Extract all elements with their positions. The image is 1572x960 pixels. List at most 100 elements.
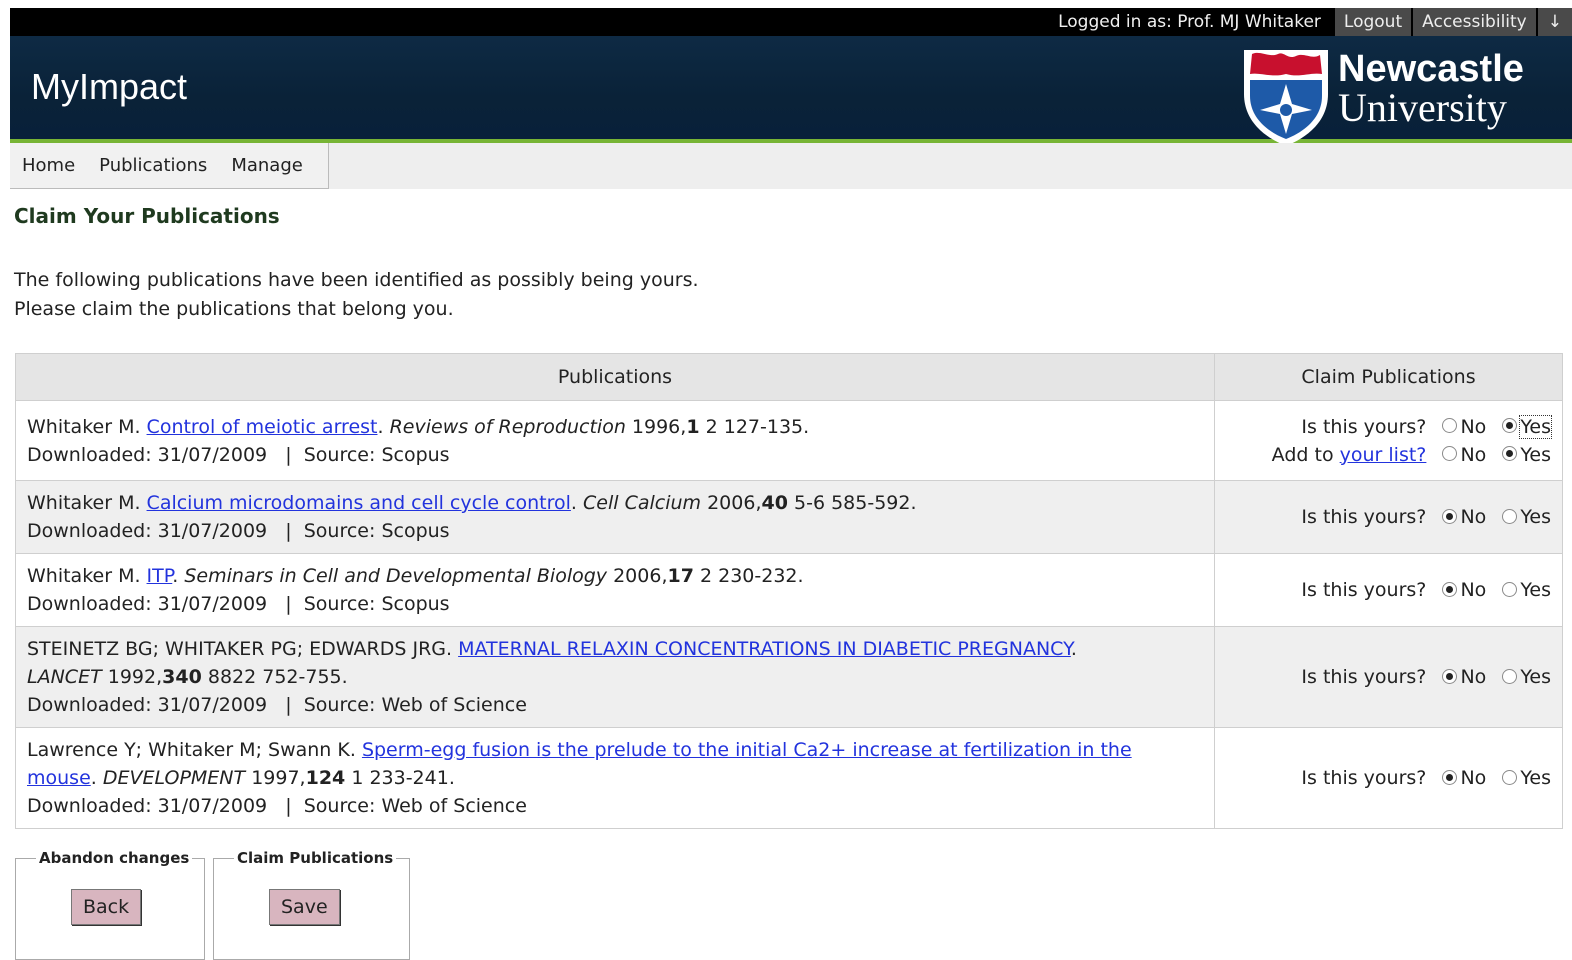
publication-journal: DEVELOPMENT [102,767,246,789]
publication-pages: 2 230-232. [700,565,804,587]
claim-question-label: Is this yours? [1301,415,1427,438]
your-list-link[interactable]: your list? [1340,444,1427,466]
table-row: Whitaker M. Calcium microdomains and cel… [15,480,1563,554]
table-row: STEINETZ BG; WHITAKER PG; EDWARDS JRG. M… [15,626,1563,728]
intro-line-2: Please claim the publications that belon… [14,298,454,320]
claim-yes-label[interactable]: Yes [1520,579,1551,601]
publication-volume: 17 [667,565,694,587]
claim-no-label[interactable]: No [1460,767,1486,789]
publication-title-link[interactable]: Calcium microdomains and cell cycle cont… [147,492,571,514]
claim-yes-label[interactable]: Yes [1520,506,1551,528]
publication-authors: Lawrence Y; Whitaker M; Swann K. [27,739,356,761]
claim-no-radio[interactable] [1442,418,1458,433]
add-to-label: Add to [1271,443,1334,466]
claim-no-radio[interactable] [1442,668,1458,684]
publication-pages: 8822 752-755. [207,666,348,688]
add-list-no-radio[interactable] [1442,446,1458,461]
intro-text: The following publications have been ide… [14,266,699,324]
publication-pages: 5-6 585-592. [794,492,917,514]
claim-question-label: Is this yours? [1301,666,1427,688]
back-button[interactable]: Back [71,889,142,925]
claim-no-label[interactable]: No [1460,416,1486,438]
claim-no-label[interactable]: No [1460,506,1486,528]
claim-yes-label[interactable]: Yes [1520,666,1551,688]
publication-journal: Seminars in Cell and Developmental Biolo… [184,565,608,587]
column-header-claim: Claim Publications [1214,353,1563,401]
intro-line-1: The following publications have been ide… [14,269,699,291]
main-navigation: Home Publications Manage [10,143,1572,189]
claim-no-radio[interactable] [1442,769,1458,785]
publication-year: 2006, [707,492,762,514]
publication-year: 1992, [107,666,163,688]
publication-authors: Whitaker M. [27,415,141,438]
claim-publications-fieldset: Claim Publications Save [213,849,410,960]
publication-title-link[interactable]: ITP [147,565,173,587]
table-row: Whitaker M. ITP. Seminars in Cell and De… [15,553,1563,627]
claim-cell: Is this yours? No Yes [1214,626,1563,728]
add-list-yes-radio[interactable] [1502,446,1518,461]
publication-authors: Whitaker M. [27,492,141,514]
claim-yes-radio[interactable] [1502,581,1518,597]
publication-meta: Downloaded: 31/07/2009 | Source: Scopus [27,443,450,466]
publication-meta: Downloaded: 31/07/2009 | Source: Web of … [27,694,527,716]
claim-question-label: Is this yours? [1301,506,1427,528]
publication-year: 1996, [631,415,687,438]
claim-no-label[interactable]: No [1460,666,1486,688]
claim-no-label[interactable]: No [1460,579,1486,601]
claim-question-label: Is this yours? [1301,579,1427,601]
publication-year: 1997, [251,767,306,789]
claim-yes-label[interactable]: Yes [1519,414,1552,439]
publication-journal: Reviews of Reproduction [389,415,626,438]
claim-yes-label[interactable]: Yes [1520,767,1551,789]
nav-home[interactable]: Home [22,155,75,176]
nav-publications[interactable]: Publications [99,155,207,176]
publication-volume: 1 [686,415,700,438]
claim-yes-radio[interactable] [1502,418,1518,433]
abandon-changes-fieldset: Abandon changes Back [15,849,205,960]
publication-title-link[interactable]: Control of meiotic arrest [147,416,378,438]
publication-volume: 124 [305,767,346,789]
publication-authors: Whitaker M. [27,565,141,587]
claim-question-row: Is this yours? No Yes [1226,413,1552,441]
down-arrow-icon[interactable]: ↓ [1535,8,1572,36]
site-header: MyImpact Newcastle University [10,36,1572,146]
table-header-row: Publications Claim Publications [15,353,1563,401]
claim-cell: Is this yours? No Yes Add to your list? … [1214,400,1563,481]
save-button[interactable]: Save [269,889,340,925]
claim-cell: Is this yours? No Yes [1214,727,1563,829]
publication-journal: LANCET [27,666,102,688]
publication-cell: STEINETZ BG; WHITAKER PG; EDWARDS JRG. M… [15,626,1215,728]
university-name-line2: University [1338,85,1507,130]
publication-pages: 2 127-135. [705,415,810,438]
nav-manage[interactable]: Manage [231,155,303,176]
publication-volume: 40 [761,492,788,514]
publication-meta: Downloaded: 31/07/2009 | Source: Scopus [27,520,450,542]
publication-cell: Whitaker M. Control of meiotic arrest. R… [15,400,1215,481]
publication-cell: Whitaker M. ITP. Seminars in Cell and De… [15,553,1215,627]
abandon-changes-legend: Abandon changes [36,849,193,867]
logged-in-label: Logged in as: Prof. MJ Whitaker [1058,12,1321,32]
claim-no-radio[interactable] [1442,508,1458,524]
publication-title-link[interactable]: MATERNAL RELAXIN CONCENTRATIONS IN DIABE… [458,638,1071,660]
publication-pages: 1 233-241. [351,767,455,789]
claim-no-radio[interactable] [1442,581,1458,597]
university-shield-icon [1244,50,1328,146]
publication-meta: Downloaded: 31/07/2009 | Source: Web of … [27,795,527,817]
claim-publications-legend: Claim Publications [234,849,397,867]
accessibility-button[interactable]: Accessibility [1411,8,1536,36]
nav-menu: Home Publications Manage [10,143,329,189]
claim-yes-radio[interactable] [1502,668,1518,684]
publication-cell: Whitaker M. Calcium microdomains and cel… [15,480,1215,554]
add-list-no-label[interactable]: No [1460,444,1486,466]
publication-authors: STEINETZ BG; WHITAKER PG; EDWARDS JRG. [27,638,453,660]
claim-yes-radio[interactable] [1502,508,1518,524]
publication-journal: Cell Calcium [583,492,702,514]
table-row: Whitaker M. Control of meiotic arrest. R… [15,400,1563,481]
table-row: Lawrence Y; Whitaker M; Swann K. Sperm-e… [15,727,1563,829]
add-list-yes-label[interactable]: Yes [1520,444,1551,466]
claim-yes-radio[interactable] [1502,769,1518,785]
logout-button[interactable]: Logout [1332,8,1412,36]
add-to-list-row: Add to your list? No Yes [1226,441,1551,469]
publication-meta: Downloaded: 31/07/2009 | Source: Scopus [27,593,450,615]
column-header-publications: Publications [15,353,1215,401]
